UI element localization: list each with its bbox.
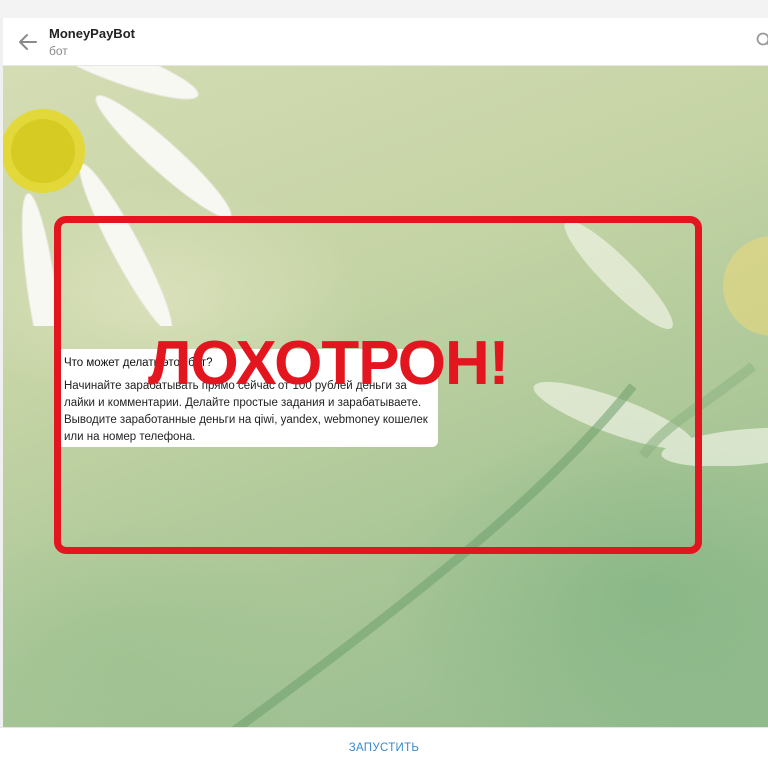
start-button[interactable]: ЗАПУСТИТЬ <box>0 728 768 768</box>
bottom-bar: ЗАПУСТИТЬ <box>0 727 768 768</box>
chat-header: MoneyPayBot бот <box>3 18 768 66</box>
arrow-left-icon <box>17 32 39 52</box>
chat-title: MoneyPayBot <box>49 26 135 41</box>
search-button[interactable] <box>755 32 768 50</box>
search-icon <box>755 32 768 50</box>
scam-stamp-text: ЛОХОТРОН! <box>148 328 508 399</box>
back-button[interactable] <box>17 32 39 52</box>
chat-subtitle: бот <box>49 44 68 58</box>
window-top-strip <box>0 0 768 18</box>
